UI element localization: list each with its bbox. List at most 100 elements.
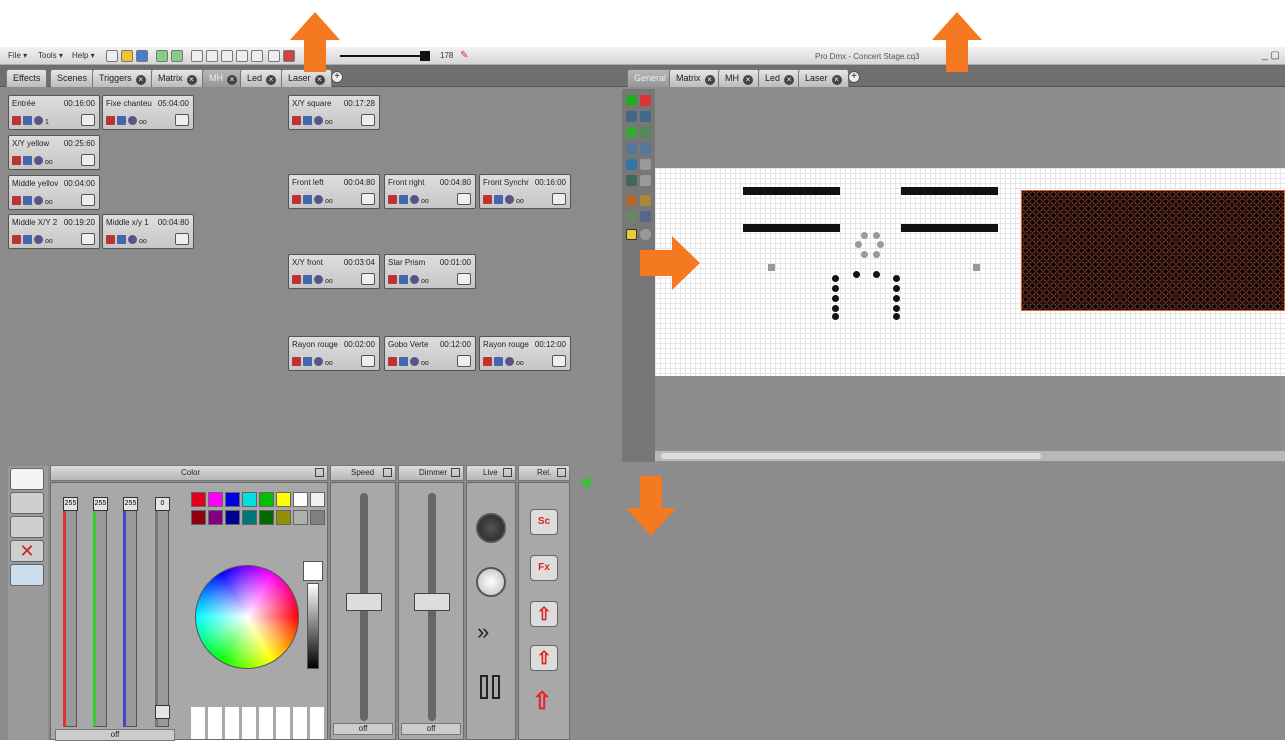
moving-head[interactable]: [832, 275, 839, 282]
effect-fader-icon[interactable]: [81, 114, 95, 126]
moving-head[interactable]: [893, 313, 900, 320]
effect-card[interactable]: X/Y yellow 00:25:60 oo: [8, 135, 100, 170]
color-wheel-tab-icon[interactable]: [10, 468, 44, 490]
dimmer-fader-thumb[interactable]: [414, 593, 450, 611]
move-icon[interactable]: [640, 159, 651, 170]
release-effect-button[interactable]: Fx: [530, 555, 558, 581]
moving-head[interactable]: [832, 305, 839, 312]
close-icon[interactable]: ×: [314, 75, 325, 85]
faders-tab-icon[interactable]: [10, 492, 44, 514]
color-swatch[interactable]: [225, 492, 240, 507]
window-controls-icon[interactable]: _ ▢: [1262, 50, 1280, 61]
brightness-slider[interactable]: [307, 583, 319, 669]
white-fader-thumb[interactable]: [155, 705, 170, 719]
truss[interactable]: [743, 187, 840, 195]
up-icon[interactable]: [251, 50, 263, 62]
color-swatch[interactable]: [310, 510, 325, 525]
close-icon[interactable]: ×: [186, 75, 197, 85]
matrix-icon[interactable]: [626, 211, 637, 222]
zoom-slider[interactable]: [340, 55, 420, 57]
effect-fader-icon[interactable]: [457, 193, 471, 205]
effect-card[interactable]: Fixe chanteu 05:04:00 oo: [102, 95, 194, 130]
effect-card[interactable]: Gobo Verte 00:12:00 oo: [384, 336, 476, 371]
speed-fader-thumb[interactable]: [346, 593, 382, 611]
scrollbar-thumb[interactable]: [661, 453, 1041, 459]
moving-head[interactable]: [832, 313, 839, 320]
grid-icon[interactable]: [640, 195, 651, 206]
fixture[interactable]: [855, 241, 862, 248]
close-icon[interactable]: ×: [784, 75, 795, 85]
effect-card[interactable]: Rayon rouge 00:02:00 oo: [288, 336, 380, 371]
chart-icon[interactable]: [268, 50, 280, 62]
effect-card[interactable]: Front right 00:04:80 oo: [384, 174, 476, 209]
patch-icon[interactable]: [221, 50, 233, 62]
red-fader[interactable]: [63, 507, 77, 727]
moving-head[interactable]: [893, 295, 900, 302]
color-swatch[interactable]: [208, 510, 223, 525]
green-value[interactable]: 255: [93, 497, 108, 511]
dimmer-off-button[interactable]: off: [401, 723, 461, 735]
effect-card[interactable]: Rayon rouge 00:12:00 oo: [479, 336, 571, 371]
open-icon[interactable]: [121, 50, 133, 62]
lock-icon[interactable]: [626, 229, 637, 240]
moving-head[interactable]: [853, 271, 860, 278]
effect-fader-icon[interactable]: [552, 193, 566, 205]
effect-card[interactable]: Star Prism 00:01:00 oo: [384, 254, 476, 289]
close-icon[interactable]: ×: [831, 75, 842, 85]
add-panel-icon[interactable]: +: [580, 472, 602, 496]
effect-fader-icon[interactable]: [361, 193, 375, 205]
horizontal-scrollbar[interactable]: [655, 451, 1285, 461]
fixture-icon[interactable]: [156, 50, 168, 62]
add-tab-icon[interactable]: +: [848, 71, 860, 83]
print-icon[interactable]: [640, 175, 651, 186]
color-swatch[interactable]: [191, 510, 206, 525]
moving-head[interactable]: [893, 305, 900, 312]
effect-fader-icon[interactable]: [361, 355, 375, 367]
menu-help[interactable]: Help ▾: [72, 51, 95, 60]
effect-fader-icon[interactable]: [457, 273, 471, 285]
close-icon[interactable]: ×: [704, 75, 715, 85]
fixture[interactable]: [877, 241, 884, 248]
menu-file[interactable]: File ▾: [8, 51, 27, 60]
fixture[interactable]: [861, 232, 868, 239]
new-icon[interactable]: [106, 50, 118, 62]
tab-effects[interactable]: Effects: [6, 69, 48, 87]
expand-icon[interactable]: [451, 468, 460, 477]
copy-icon[interactable]: [191, 50, 203, 62]
effect-card[interactable]: Middle yellov 00:04:00 oo: [8, 175, 100, 210]
color-swatch[interactable]: [310, 492, 325, 507]
tab-mh[interactable]: MH ×: [202, 69, 244, 87]
close-icon[interactable]: ×: [743, 75, 753, 85]
gobo-tab-icon[interactable]: [10, 564, 44, 586]
color-fixture-icon[interactable]: [626, 127, 637, 138]
zoom-slider-thumb[interactable]: [420, 51, 430, 61]
effect-card[interactable]: Front Synchr 00:16:00 oo: [479, 174, 571, 209]
pause-icon[interactable]: [492, 675, 500, 699]
tab-scenes[interactable]: Scenes: [50, 69, 95, 87]
effect-fader-icon[interactable]: [81, 233, 95, 245]
tab-matrix-right[interactable]: Matrix ×: [669, 69, 722, 87]
color-swatch[interactable]: [276, 510, 291, 525]
effect-fader-icon[interactable]: [81, 154, 95, 166]
stop-button[interactable]: [476, 567, 506, 597]
close-icon[interactable]: ×: [227, 75, 237, 85]
paste-icon[interactable]: [206, 50, 218, 62]
forward-icon[interactable]: »: [477, 619, 489, 645]
expand-icon[interactable]: [503, 468, 512, 477]
expand-icon[interactable]: [383, 468, 392, 477]
white-value[interactable]: 0: [155, 497, 170, 511]
moving-head[interactable]: [893, 275, 900, 282]
effect-fader-icon[interactable]: [361, 114, 375, 126]
effect-card[interactable]: X/Y square 00:17:28 oo: [288, 95, 380, 130]
position-tab-icon[interactable]: [10, 516, 44, 538]
tab-triggers[interactable]: Triggers ×: [92, 69, 153, 87]
effect-card[interactable]: Middle X/Y 2 00:19:20 oo: [8, 214, 100, 249]
fixture[interactable]: [861, 251, 868, 258]
moving-head[interactable]: [873, 271, 880, 278]
color-swatch[interactable]: [293, 492, 308, 507]
release-all-button[interactable]: ⇧: [532, 687, 552, 716]
tab-mh-right[interactable]: MH ×: [718, 69, 760, 87]
moving-head[interactable]: [832, 295, 839, 302]
close-icon[interactable]: ×: [135, 75, 146, 85]
release-position-button[interactable]: ⇧: [530, 645, 558, 671]
